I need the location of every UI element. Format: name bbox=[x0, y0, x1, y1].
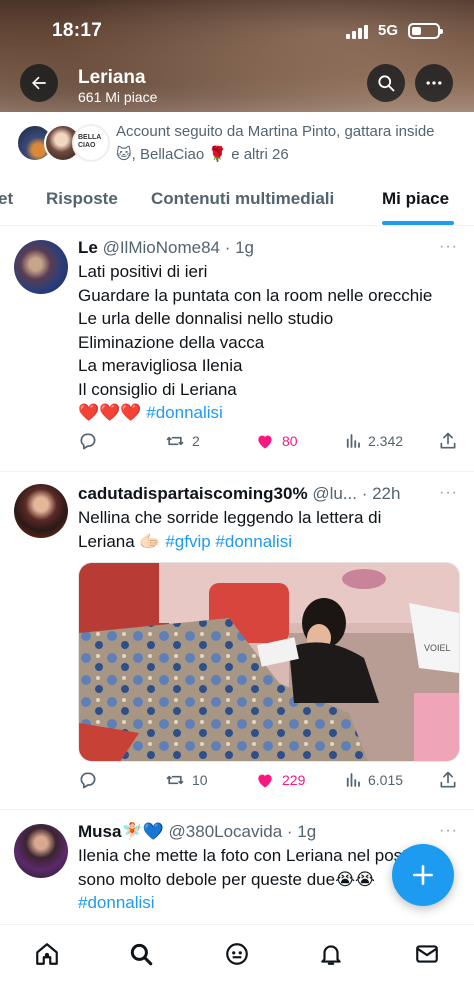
views-count: 2.342 bbox=[368, 433, 404, 449]
tweet-author-meta: @lu... · 22h bbox=[312, 484, 401, 503]
tweet-more-button[interactable]: ··· bbox=[439, 484, 458, 502]
tweet-more-button[interactable]: ··· bbox=[439, 238, 458, 256]
tab-likes[interactable]: Mi piace bbox=[382, 189, 449, 209]
profile-likes-count: 661 Mi piace bbox=[78, 89, 158, 105]
photo-bedroom: VOIEL bbox=[79, 563, 459, 761]
compose-icon bbox=[413, 865, 433, 885]
photo-text: VOIEL bbox=[424, 643, 451, 653]
nav-grok[interactable] bbox=[224, 941, 250, 972]
tab-replies[interactable]: Risposte bbox=[46, 189, 118, 209]
avatar[interactable] bbox=[14, 484, 68, 538]
views-icon bbox=[346, 773, 360, 787]
battery-icon bbox=[408, 23, 443, 39]
tweet-line: La meravigliosa Ilenia bbox=[78, 356, 243, 375]
retweet-icon bbox=[166, 436, 184, 446]
heart-icon bbox=[258, 435, 272, 449]
avatar: BELLA CIAO bbox=[72, 124, 110, 162]
tweet-more-button[interactable]: ··· bbox=[439, 822, 458, 840]
reply-button[interactable] bbox=[78, 431, 98, 451]
share-button[interactable] bbox=[438, 431, 458, 451]
profile-tabs: et Risposte Contenuti multimediali Mi pi… bbox=[0, 176, 474, 226]
reply-icon bbox=[80, 772, 96, 789]
messages-icon bbox=[416, 945, 438, 963]
avatar-text: BELLA CIAO bbox=[78, 134, 102, 149]
tweet-line: Lati positivi di ieri bbox=[78, 262, 208, 281]
followed-by-text: Account seguito da Martina Pinto, gattar… bbox=[116, 123, 435, 163]
views-icon bbox=[346, 434, 360, 448]
more-icon bbox=[426, 81, 442, 85]
retweet-count: 10 bbox=[192, 772, 208, 788]
profile-name: Leriana bbox=[78, 67, 146, 88]
views-button[interactable]: 6.015 bbox=[344, 770, 403, 790]
back-arrow-icon bbox=[32, 76, 46, 90]
followed-by-row[interactable]: BELLA CIAO Account seguito da Martina Pi… bbox=[0, 112, 474, 176]
nav-explore[interactable] bbox=[128, 941, 154, 972]
tweet-emoji: ❤️❤️❤️ bbox=[78, 403, 142, 422]
share-icon bbox=[440, 771, 456, 788]
hashtag-link[interactable]: #gfvip #donnalisi bbox=[165, 532, 292, 551]
tab-posts[interactable]: et bbox=[0, 189, 13, 209]
explore-icon bbox=[130, 943, 153, 966]
like-button[interactable]: 80 bbox=[254, 431, 298, 451]
nav-home[interactable] bbox=[34, 941, 60, 972]
notifications-icon bbox=[321, 945, 341, 965]
follower-avatars: BELLA CIAO bbox=[16, 124, 110, 164]
views-count: 6.015 bbox=[368, 772, 404, 788]
tweet-text: Nellina che sorride leggendo la lettera … bbox=[78, 506, 458, 553]
profile-nav: Leriana 661 Mi piace bbox=[0, 64, 474, 105]
tweet-author-meta: @380Locavida · 1g bbox=[168, 822, 317, 841]
home-icon bbox=[36, 943, 58, 965]
compose-button[interactable] bbox=[392, 844, 454, 906]
status-bar: 18:17 5G bbox=[0, 0, 474, 60]
search-button[interactable] bbox=[367, 64, 405, 102]
share-icon bbox=[440, 432, 456, 449]
active-tab-indicator bbox=[382, 221, 454, 225]
tweet-author-name[interactable]: cadutadispartaiscoming30% bbox=[78, 484, 308, 503]
status-time: 18:17 bbox=[52, 20, 103, 41]
bottom-navigation bbox=[0, 924, 474, 984]
share-button[interactable] bbox=[438, 770, 458, 790]
tweet-text: Lati positivi di ieri Guardare la puntat… bbox=[78, 260, 458, 425]
heart-icon bbox=[258, 774, 272, 788]
tweet-actions: 2 80 2.342 bbox=[78, 431, 462, 455]
like-count: 229 bbox=[282, 772, 306, 788]
like-button[interactable]: 229 bbox=[254, 770, 305, 790]
tweet-author-meta: @IlMioNome84 · 1g bbox=[102, 238, 255, 257]
grok-icon bbox=[226, 943, 248, 965]
nav-messages[interactable] bbox=[414, 941, 440, 972]
nav-notifications[interactable] bbox=[318, 941, 344, 972]
reply-icon bbox=[80, 433, 96, 450]
tweet-media-image[interactable]: VOIEL bbox=[78, 562, 460, 762]
views-button[interactable]: 2.342 bbox=[344, 431, 403, 451]
tweet-line: Le urla delle donnalisi nello studio bbox=[78, 309, 334, 328]
avatar[interactable] bbox=[14, 824, 68, 878]
tweet-line: Il consiglio di Leriana bbox=[78, 379, 237, 399]
tweet-author-name[interactable]: Musa🧚🏻💙 bbox=[78, 822, 164, 841]
signal-icon bbox=[346, 25, 368, 39]
tweet-line: Eliminazione della vacca bbox=[78, 332, 265, 352]
tweet-author-name[interactable]: Le bbox=[78, 238, 98, 257]
retweet-icon bbox=[166, 775, 184, 785]
tweet[interactable]: Le @IlMioNome84 · 1g ··· Lati positivi d… bbox=[0, 226, 474, 472]
tweet-line: Nellina che sorride leggendo la lettera … bbox=[78, 508, 382, 527]
avatar[interactable] bbox=[14, 240, 68, 294]
like-count: 80 bbox=[282, 433, 298, 449]
retweet-count: 2 bbox=[192, 433, 200, 449]
more-button[interactable] bbox=[415, 64, 453, 102]
tab-media[interactable]: Contenuti multimediali bbox=[151, 189, 334, 209]
retweet-button[interactable]: 10 bbox=[164, 770, 208, 790]
tweet-line: Leriana 🫱🏻 bbox=[78, 531, 161, 551]
search-icon bbox=[378, 75, 395, 92]
retweet-button[interactable]: 2 bbox=[164, 431, 200, 451]
reply-button[interactable] bbox=[78, 770, 98, 790]
tweet-actions: 10 229 6.015 bbox=[78, 770, 462, 794]
hashtag-link[interactable]: #donnalisi bbox=[146, 403, 223, 422]
network-type: 5G bbox=[378, 22, 399, 39]
back-button[interactable] bbox=[20, 64, 58, 102]
tweet[interactable]: cadutadispartaiscoming30% @lu... · 22h ·… bbox=[0, 472, 474, 810]
tweet-line: Guardare la puntata con la room nelle or… bbox=[78, 285, 433, 305]
